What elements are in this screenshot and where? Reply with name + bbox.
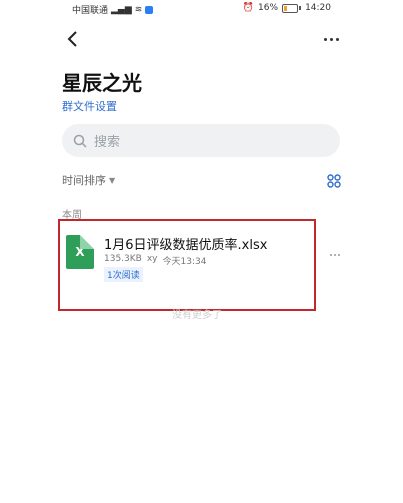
search-placeholder: 搜索 [94, 135, 121, 150]
search-input[interactable]: 搜索 [62, 124, 340, 157]
file-uploader: xy [146, 254, 158, 264]
more-icon [330, 254, 332, 256]
more-icon [323, 37, 327, 41]
end-of-list-text: 没有更多了 [172, 310, 222, 321]
app-notification-icon [145, 5, 154, 14]
file-size: 135.3KB [104, 254, 142, 264]
status-left: 中国联通 ▂▄▆ ≋ [72, 3, 154, 16]
alarm-icon: ⏰ [242, 3, 255, 13]
page-title: 星辰之光 [62, 71, 142, 95]
carrier-label: 中国联通 [72, 6, 109, 16]
status-right: ⏰ 16% 14:20 [243, 3, 331, 13]
excel-file-icon: X [66, 235, 94, 269]
file-more-button[interactable] [326, 250, 344, 260]
more-button[interactable] [318, 30, 344, 48]
grid-view-icon [327, 174, 341, 188]
battery-icon [282, 3, 299, 13]
search-icon [72, 133, 88, 149]
file-meta: 135.3KB xy 今天13:34 [104, 254, 206, 267]
sort-dropdown[interactable]: 时间排序 ▼ [62, 172, 115, 188]
read-count-badge: 1次阅读 [104, 267, 143, 282]
wifi-icon: ≋ [134, 4, 143, 15]
chevron-left-icon [67, 31, 77, 47]
battery-percent: 16% [258, 3, 279, 13]
file-time: 今天13:34 [162, 257, 207, 267]
grid-view-button[interactable] [324, 172, 344, 190]
status-time: 14:20 [305, 3, 331, 13]
sort-label: 时间排序 [62, 174, 106, 187]
back-button[interactable] [62, 28, 84, 50]
chevron-down-icon: ▼ [109, 175, 116, 185]
status-bar: 中国联通 ▂▄▆ ≋ ⏰ 16% 14:20 [0, 0, 403, 20]
signal-icon: ▂▄▆ [111, 4, 132, 15]
group-file-settings-link[interactable]: 群文件设置 [62, 98, 117, 114]
file-name: 1月6日评级数据优质率.xlsx [104, 238, 268, 253]
